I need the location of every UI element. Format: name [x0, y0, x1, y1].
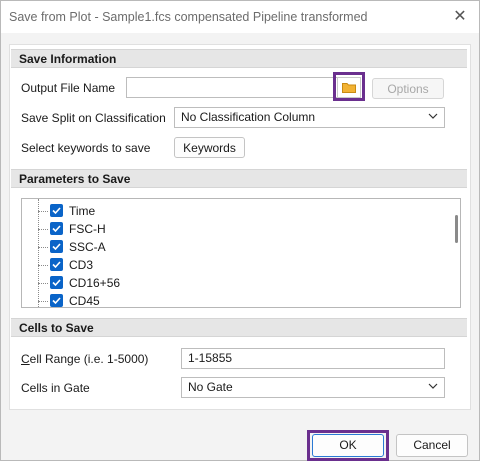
scrollbar-thumb[interactable] — [455, 215, 458, 243]
checkbox[interactable] — [50, 276, 63, 289]
list-item[interactable]: Time — [22, 202, 432, 220]
parameter-label: CD3 — [69, 258, 94, 272]
parameter-label: FSC-H — [69, 222, 106, 236]
parameter-label: SSC-A — [69, 240, 106, 254]
section-header-cells: Cells to Save — [11, 318, 467, 337]
cells-in-gate-select[interactable]: No Gate — [181, 377, 445, 398]
ok-highlight — [307, 430, 389, 461]
options-button[interactable]: Options — [372, 78, 444, 99]
keywords-label: Select keywords to save — [21, 141, 151, 155]
checkbox[interactable] — [50, 258, 63, 271]
cells-in-gate-value: No Gate — [188, 380, 233, 394]
parameter-label: Time — [69, 204, 96, 218]
chevron-down-icon — [428, 380, 438, 399]
checkbox[interactable] — [50, 204, 63, 217]
cell-range-input[interactable]: 1-15855 — [181, 348, 445, 369]
keywords-button[interactable]: Keywords — [174, 137, 245, 158]
cells-in-gate-label: Cells in Gate — [21, 381, 90, 395]
section-header-save-information: Save Information — [11, 49, 467, 68]
checkbox[interactable] — [50, 222, 63, 235]
section-header-parameters: Parameters to Save — [11, 169, 467, 188]
split-classification-select[interactable]: No Classification Column — [174, 107, 445, 128]
checkbox[interactable] — [50, 240, 63, 253]
chevron-down-icon — [428, 110, 438, 129]
list-item[interactable]: SSC-A — [22, 238, 432, 256]
split-classification-label: Save Split on Classification — [21, 111, 166, 125]
save-from-plot-dialog: Save from Plot - Sample1.fcs compensated… — [0, 0, 480, 461]
close-icon[interactable]: ✕ — [447, 5, 473, 29]
list-item[interactable]: FSC-H — [22, 220, 432, 238]
output-file-name-input[interactable] — [126, 77, 338, 98]
title-bar: Save from Plot - Sample1.fcs compensated… — [1, 1, 479, 33]
browse-highlight — [333, 72, 365, 101]
list-item[interactable]: CD3 — [22, 256, 432, 274]
parameters-list[interactable]: Time FSC-H SSC-A CD3 CD16+56 CD45 — [21, 198, 461, 308]
split-classification-value: No Classification Column — [181, 110, 316, 124]
parameter-label: CD45 — [69, 294, 100, 308]
checkbox[interactable] — [50, 294, 63, 307]
output-file-name-label: Output File Name — [21, 81, 116, 95]
window-title: Save from Plot - Sample1.fcs compensated… — [9, 10, 368, 24]
list-item[interactable]: CD16+56 — [22, 274, 432, 292]
parameter-label: CD16+56 — [69, 276, 121, 290]
cell-range-label: Cell Range (i.e. 1-5000) — [21, 352, 149, 366]
list-item[interactable]: CD45 — [22, 292, 432, 308]
cancel-button[interactable]: Cancel — [396, 434, 468, 457]
